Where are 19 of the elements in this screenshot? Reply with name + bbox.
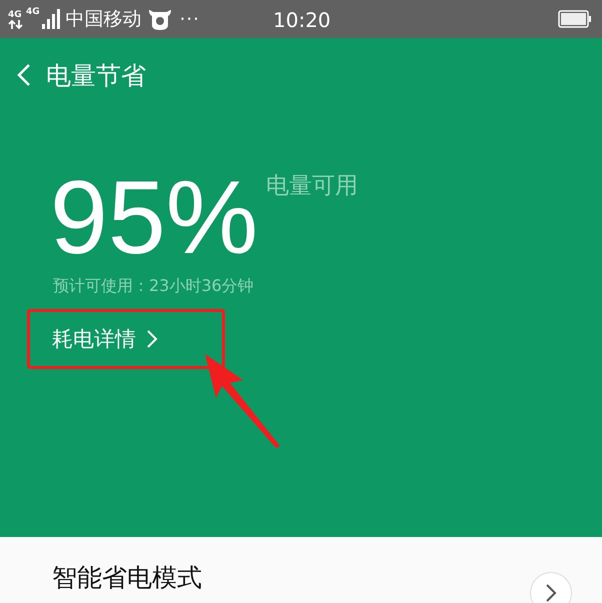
more-indicator: ···	[180, 8, 200, 30]
details-link[interactable]: 耗电详情	[52, 325, 158, 353]
chevron-button[interactable]	[530, 572, 572, 603]
usage-estimate: 预计可使用：23小时36分钟	[53, 276, 255, 297]
network-label: 4G	[26, 7, 40, 17]
battery-icon	[558, 10, 592, 28]
network-label: 4G	[8, 10, 23, 20]
data-arrows-icon	[8, 20, 24, 28]
chevron-icon	[545, 583, 557, 603]
battery-percent: 95%	[50, 166, 258, 270]
chevron-icon	[146, 329, 158, 349]
back-icon[interactable]	[16, 63, 32, 87]
page-title: 电量节省	[46, 60, 146, 92]
status-time: 10:20	[273, 8, 331, 32]
signal-icon	[42, 9, 62, 29]
battery-caption: 电量可用	[266, 172, 358, 201]
cow-icon	[148, 7, 172, 31]
carrier-name: 中国移动	[66, 7, 142, 32]
setting-title: 智能省电模式	[52, 563, 202, 592]
